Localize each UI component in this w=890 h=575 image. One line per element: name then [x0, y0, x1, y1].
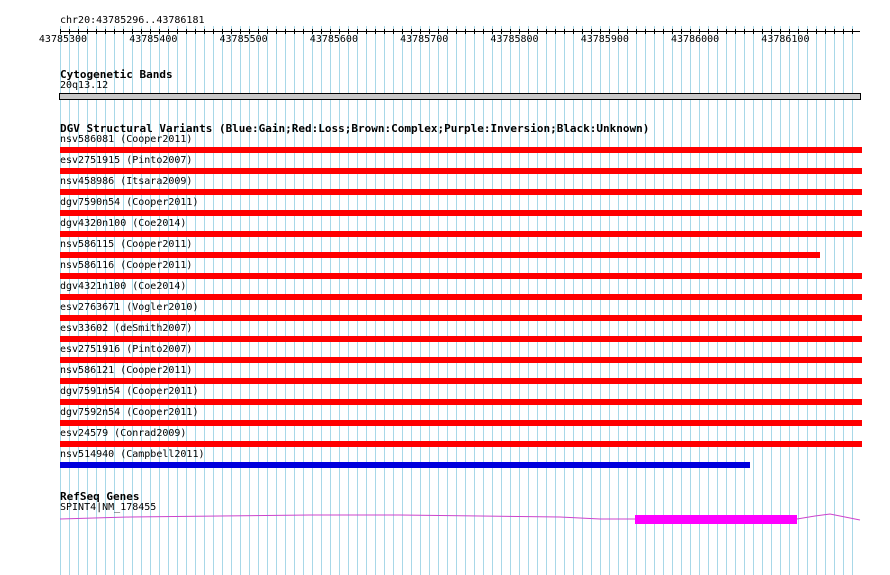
- variant-label: nsv586116 (Cooper2011): [60, 260, 193, 271]
- ruler-tick-label: 43785400: [129, 34, 178, 45]
- ruler-tick-label: 43785700: [400, 34, 449, 45]
- variant-bar[interactable]: [60, 420, 862, 426]
- ruler-tick-label: 43785500: [219, 34, 268, 45]
- gene-model[interactable]: [0, 505, 890, 535]
- variant-bar[interactable]: [60, 462, 750, 468]
- variant-bar[interactable]: [60, 357, 862, 363]
- variant-bar[interactable]: [60, 168, 862, 174]
- variant-bar[interactable]: [60, 336, 862, 342]
- cyto-band-bar[interactable]: [59, 93, 861, 100]
- variant-label: dgv7590n54 (Cooper2011): [60, 197, 199, 208]
- variant-bar[interactable]: [60, 315, 862, 321]
- variant-label: nsv586121 (Cooper2011): [60, 365, 193, 376]
- variant-bar[interactable]: [60, 273, 862, 279]
- variant-bar[interactable]: [60, 147, 862, 153]
- variant-bar[interactable]: [60, 399, 862, 405]
- gene-intron-left: [59, 514, 635, 520]
- ruler-tick-label: 43785900: [580, 34, 629, 45]
- variant-label: esv24579 (Conrad2009): [60, 428, 187, 439]
- ruler-tick-label: 43785800: [490, 34, 539, 45]
- variant-label: esv2763671 (Vogler2010): [60, 302, 199, 313]
- variant-bar[interactable]: [60, 231, 862, 237]
- ruler-tick-label: 43785600: [309, 34, 358, 45]
- variant-bar[interactable]: [60, 252, 820, 258]
- variant-label: esv2751915 (Pinto2007): [60, 155, 193, 166]
- genome-browser-view: chr20:43785296..43786181 43785300 4378540…: [0, 0, 890, 575]
- variant-label: esv33602 (deSmith2007): [60, 323, 193, 334]
- variant-label: nsv458986 (Itsara2009): [60, 176, 193, 187]
- variant-label: nsv586081 (Cooper2011): [60, 134, 193, 145]
- variant-bar[interactable]: [60, 378, 862, 384]
- variant-label: nsv586115 (Cooper2011): [60, 239, 193, 250]
- ruler-tick-label: 43786100: [761, 34, 810, 45]
- variant-label: dgv4321n100 (Coe2014): [60, 281, 187, 292]
- variant-bar[interactable]: [60, 441, 862, 447]
- variant-label: dgv7591n54 (Cooper2011): [60, 386, 199, 397]
- variant-bar[interactable]: [60, 210, 862, 216]
- cyto-band-label: 20q13.12: [60, 80, 109, 91]
- variant-bar[interactable]: [60, 294, 862, 300]
- gene-intron-right: [796, 513, 861, 521]
- gene-exon[interactable]: [635, 515, 797, 524]
- variant-label: dgv4320n100 (Coe2014): [60, 218, 187, 229]
- ruler-tick-label: 43785300: [38, 34, 88, 45]
- variant-label: dgv7592n54 (Cooper2011): [60, 407, 199, 418]
- variant-bar[interactable]: [60, 189, 862, 195]
- variant-label: nsv514940 (Campbell2011): [60, 449, 205, 460]
- variant-label: esv2751916 (Pinto2007): [60, 344, 193, 355]
- ruler-tick-label: 43786000: [671, 34, 720, 45]
